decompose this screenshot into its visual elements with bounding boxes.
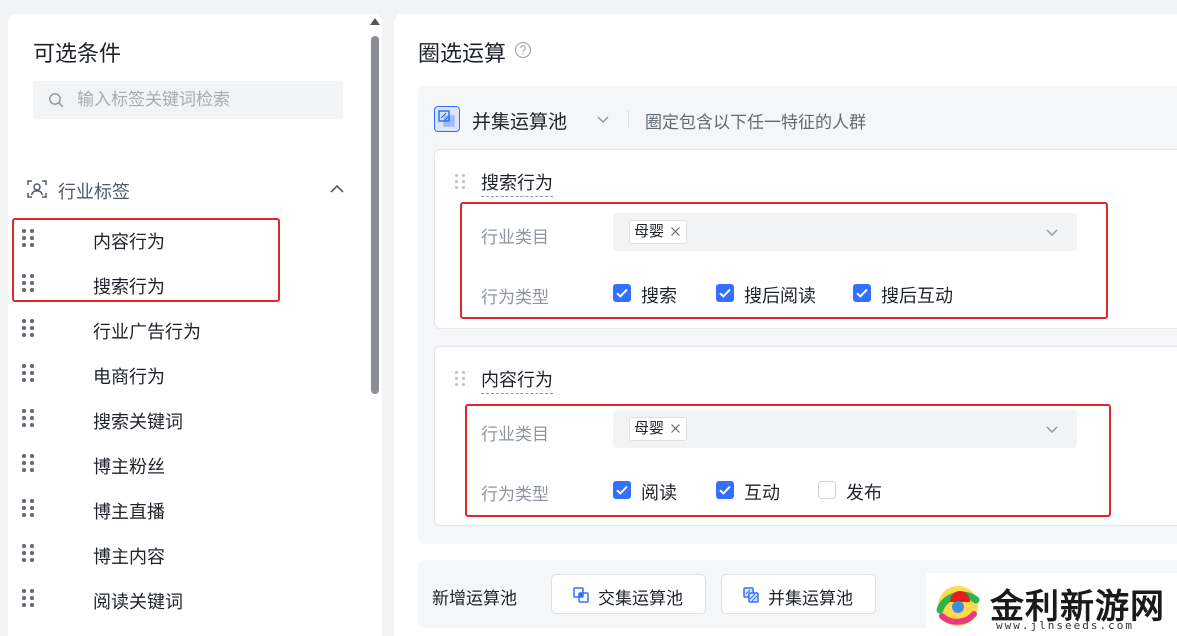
tag-item-industry-ad-behavior[interactable]: 行业广告行为 [8, 306, 348, 351]
add-union-pool-button[interactable]: 并集运算池 [721, 574, 876, 614]
drag-handle-icon[interactable] [22, 364, 36, 382]
button-label: 交集运算池 [598, 589, 683, 608]
drag-handle-icon[interactable] [22, 319, 36, 337]
user-scan-icon [27, 180, 47, 198]
watermark-logo-icon [936, 586, 980, 626]
drag-handle-icon[interactable] [22, 454, 36, 472]
scrollbar-thumb[interactable] [371, 36, 379, 394]
tag-search-box[interactable] [33, 81, 343, 119]
watermark-url: www.jlnseeds.com [996, 619, 1134, 632]
tag-item-blogger-live[interactable]: 博主直播 [8, 486, 348, 531]
highlight-box [460, 202, 1108, 319]
site-watermark: 金利新游网 www.jlnseeds.com [926, 573, 1177, 636]
drag-handle-icon[interactable] [22, 544, 36, 562]
card-title: 内容行为 [481, 366, 553, 394]
tag-item-label: 搜索关键词 [93, 412, 183, 432]
tag-item-ecommerce-behavior[interactable]: 电商行为 [8, 351, 348, 396]
intersection-icon [573, 587, 589, 603]
union-icon [743, 587, 759, 603]
add-intersection-pool-button[interactable]: 交集运算池 [551, 574, 706, 614]
drag-handle-icon[interactable] [22, 499, 36, 517]
chevron-down-icon[interactable] [596, 112, 610, 126]
conditions-title: 可选条件 [33, 41, 122, 66]
drag-handle-icon[interactable] [22, 409, 36, 427]
drag-handle-icon[interactable] [455, 371, 467, 387]
divider [628, 110, 629, 128]
help-icon[interactable] [514, 41, 532, 59]
highlight-box [465, 404, 1111, 517]
chevron-up-icon[interactable] [328, 180, 346, 198]
card-title: 搜索行为 [481, 169, 553, 197]
operation-title: 圈选运算 [418, 41, 507, 66]
tag-item-search-keyword[interactable]: 搜索关键词 [8, 396, 348, 441]
tag-item-label: 博主内容 [93, 547, 165, 567]
industry-tag-group-header[interactable]: 行业标签 [26, 174, 346, 204]
tag-item-label: 博主粉丝 [93, 457, 165, 477]
pool-type-select[interactable]: 并集运算池 [472, 107, 567, 134]
tag-item-label: 行业广告行为 [93, 322, 201, 342]
union-pool-icon [434, 106, 460, 132]
conditions-panel: 可选条件 行业标签 内容行为 搜索行为 行业广告行为 电商行为 [8, 14, 382, 636]
scroll-up-arrow-icon[interactable] [370, 18, 380, 25]
tag-item-blogger-content[interactable]: 博主内容 [8, 531, 348, 576]
selection-operation-panel: 圈选运算 并集运算池 圈定包含以下任一特征的人群 搜索行为 行业类目 母婴 行为… [394, 14, 1177, 636]
button-label: 并集运算池 [768, 589, 853, 608]
tag-item-label: 阅读关键词 [93, 592, 183, 612]
drag-handle-icon[interactable] [22, 589, 36, 607]
industry-tag-group-label: 行业标签 [58, 182, 130, 202]
tag-item-label: 电商行为 [93, 367, 165, 387]
highlight-box [12, 218, 280, 302]
drag-handle-icon[interactable] [455, 174, 467, 190]
tag-item-label: 博主直播 [93, 502, 165, 522]
tag-item-reading-keyword[interactable]: 阅读关键词 [8, 576, 348, 621]
search-icon [49, 93, 64, 108]
pool-description: 圈定包含以下任一特征的人群 [645, 113, 866, 132]
add-pool-label: 新增运算池 [432, 589, 517, 608]
tag-search-input[interactable] [77, 81, 327, 119]
tag-item-blogger-fans[interactable]: 博主粉丝 [8, 441, 348, 486]
